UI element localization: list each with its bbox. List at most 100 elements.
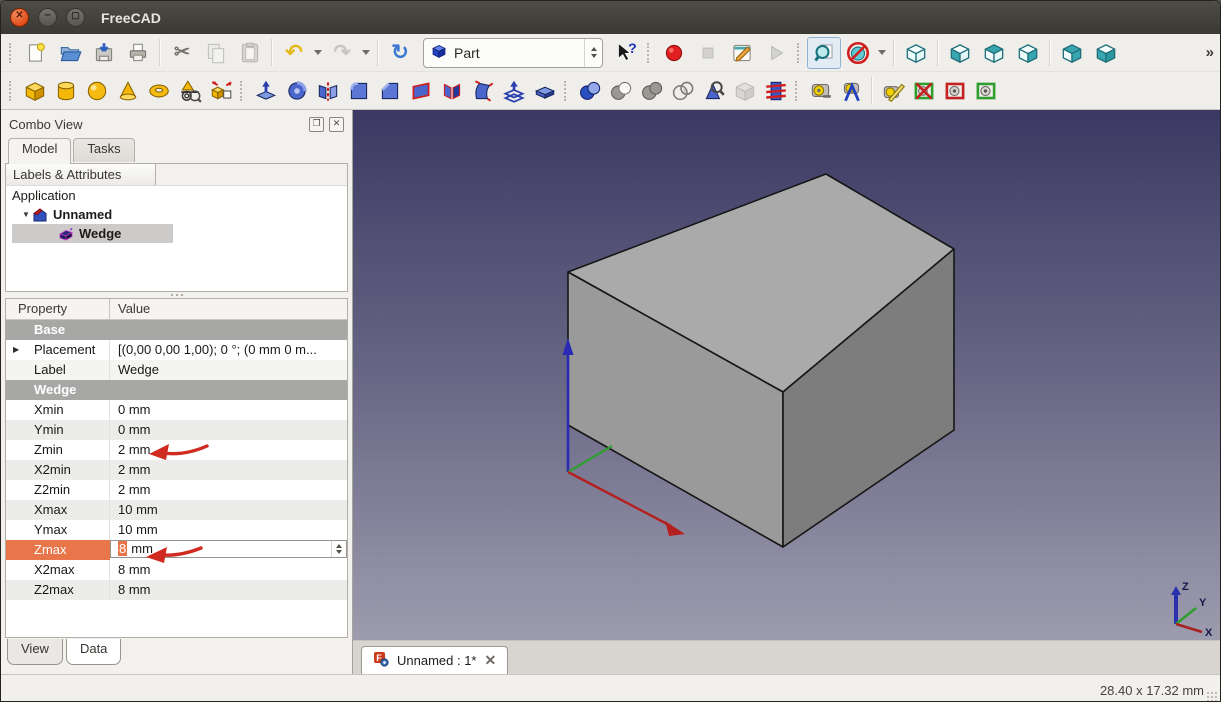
column-header-value[interactable]: Value [110, 299, 347, 319]
toggle-measurement-3d-button[interactable] [970, 75, 1001, 107]
toggle-all-measurements-button[interactable] [908, 75, 939, 107]
macro-stop-button[interactable] [691, 37, 725, 69]
view-rear-button[interactable] [1055, 37, 1089, 69]
property-row-zmin[interactable]: Zmin2 mm [6, 440, 347, 460]
undo-button[interactable]: ↶ [277, 37, 311, 69]
box-button[interactable] [19, 75, 50, 107]
property-group-base[interactable]: Base [6, 320, 347, 340]
3d-viewport[interactable]: Z Y X [353, 110, 1220, 640]
expander-icon[interactable]: ▼ [22, 210, 32, 219]
torus-button[interactable] [143, 75, 174, 107]
macro-play-button[interactable] [759, 37, 793, 69]
union-button[interactable] [636, 75, 667, 107]
property-row-xmax[interactable]: Xmax10 mm [6, 500, 347, 520]
sphere-button[interactable] [81, 75, 112, 107]
toggle-measurement-delta-button[interactable] [939, 75, 970, 107]
section-button[interactable] [529, 75, 560, 107]
measure-angular-button[interactable] [836, 75, 867, 107]
toolbar-grip[interactable] [795, 81, 801, 101]
cross-sections-button[interactable] [760, 75, 791, 107]
workbench-selector[interactable]: Part [423, 38, 603, 68]
toolbar-grip[interactable] [647, 43, 653, 63]
tree-item-document[interactable]: ▼ Unnamed [6, 205, 347, 224]
tab-tasks[interactable]: Tasks [73, 138, 134, 162]
property-group-wedge[interactable]: Wedge [6, 380, 347, 400]
refresh-button[interactable]: ↻ [383, 37, 417, 69]
fit-all-button[interactable] [807, 37, 841, 69]
cone-button[interactable] [112, 75, 143, 107]
toolbar-grip[interactable] [9, 81, 15, 101]
toolbar-overflow-button[interactable]: » [1206, 44, 1216, 61]
toolbar-grip[interactable] [564, 81, 570, 101]
fillet-button[interactable] [343, 75, 374, 107]
property-row-x2max[interactable]: X2max8 mm [6, 560, 347, 580]
create-primitives-button[interactable] [174, 75, 205, 107]
property-row-ymin[interactable]: Ymin0 mm [6, 420, 347, 440]
open-document-button[interactable] [53, 37, 87, 69]
toolbar-grip[interactable] [240, 81, 246, 101]
tab-view[interactable]: View [7, 639, 63, 665]
revolve-button[interactable] [281, 75, 312, 107]
toolbar-grip[interactable] [9, 43, 15, 63]
sweep-button[interactable] [498, 75, 529, 107]
view-right-button[interactable] [1011, 37, 1045, 69]
boolean-button[interactable] [574, 75, 605, 107]
view-bottom-button[interactable] [1089, 37, 1123, 69]
paste-button[interactable] [233, 37, 267, 69]
view-top-button[interactable] [977, 37, 1011, 69]
whats-this-button[interactable]: ? [609, 37, 643, 69]
close-panel-button[interactable]: ✕ [329, 117, 344, 132]
zmax-value-input[interactable]: 8mm [110, 540, 347, 558]
check-geometry-button[interactable] [698, 75, 729, 107]
redo-button[interactable]: ↷ [325, 37, 359, 69]
property-row-placement[interactable]: ▶Placement [(0,00 0,00 1,00); 0 °; (0 mm… [6, 340, 347, 360]
property-row-zmax[interactable]: Zmax 8mm [6, 540, 347, 560]
close-button[interactable] [10, 8, 29, 27]
view-axonometric-button[interactable] [899, 37, 933, 69]
toolbar-grip[interactable] [797, 43, 803, 63]
property-row-ymax[interactable]: Ymax10 mm [6, 520, 347, 540]
print-button[interactable] [121, 37, 155, 69]
cylinder-button[interactable] [50, 75, 81, 107]
tree-item-wedge[interactable]: Wedge [6, 224, 347, 243]
property-row-z2max[interactable]: Z2max8 mm [6, 580, 347, 600]
tab-model[interactable]: Model [8, 138, 71, 164]
save-document-button[interactable] [87, 37, 121, 69]
make-face-button[interactable] [405, 75, 436, 107]
ruled-surface-button[interactable] [436, 75, 467, 107]
property-row-x2min[interactable]: X2min2 mm [6, 460, 347, 480]
titlebar[interactable]: FreeCAD [1, 1, 1220, 34]
spinbox-arrows[interactable] [331, 541, 346, 557]
tab-data[interactable]: Data [66, 639, 121, 665]
macro-edit-button[interactable] [725, 37, 759, 69]
draw-style-button[interactable] [841, 37, 875, 69]
property-row-label[interactable]: Label Wedge [6, 360, 347, 380]
redo-dropdown-button[interactable] [359, 37, 373, 69]
column-header-property[interactable]: Property [6, 299, 110, 319]
document-tab[interactable]: F Unnamed : 1* ✕ [361, 646, 508, 674]
minimize-button[interactable] [38, 8, 57, 27]
chamfer-button[interactable] [374, 75, 405, 107]
cut-boolean-button[interactable] [605, 75, 636, 107]
property-row-z2min[interactable]: Z2min2 mm [6, 480, 347, 500]
property-row-xmin[interactable]: Xmin0 mm [6, 400, 347, 420]
close-tab-icon[interactable]: ✕ [485, 652, 497, 669]
copy-button[interactable] [199, 37, 233, 69]
measure-linear-button[interactable] [805, 75, 836, 107]
expander-icon[interactable]: ▶ [13, 340, 19, 360]
intersection-button[interactable] [667, 75, 698, 107]
draw-style-dropdown-button[interactable] [875, 37, 889, 69]
tree-header[interactable]: Labels & Attributes [6, 164, 156, 185]
tree-root-application[interactable]: Application [6, 186, 347, 205]
undo-dropdown-button[interactable] [311, 37, 325, 69]
maximize-button[interactable] [66, 8, 85, 27]
extrude-button[interactable] [250, 75, 281, 107]
mirror-button[interactable] [312, 75, 343, 107]
defeaturing-button[interactable] [729, 75, 760, 107]
cut-button[interactable]: ✂ [165, 37, 199, 69]
resize-grip[interactable] [1206, 691, 1218, 702]
loft-button[interactable] [467, 75, 498, 107]
float-panel-button[interactable]: ❐ [309, 117, 324, 132]
new-document-button[interactable] [19, 37, 53, 69]
measure-annotate-button[interactable] [877, 75, 908, 107]
